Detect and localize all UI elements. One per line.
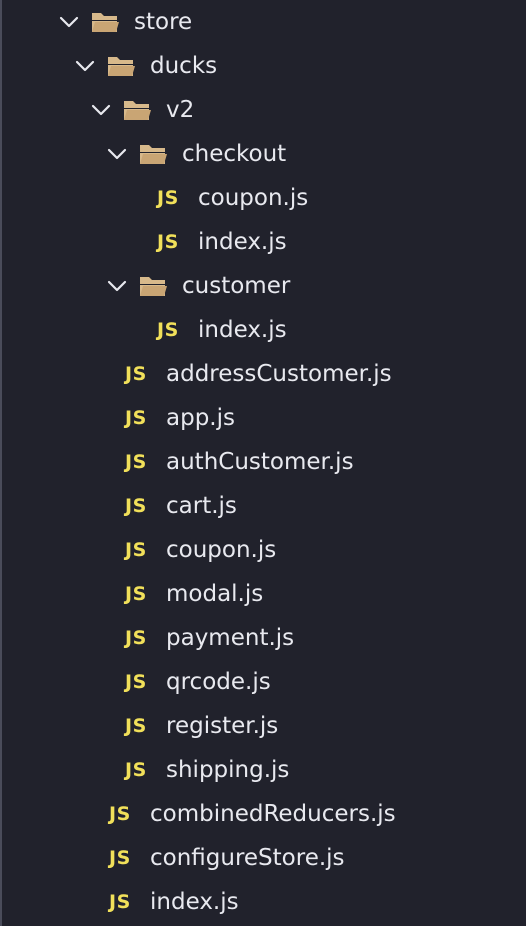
file-label: register.js [166, 713, 279, 739]
tree-file[interactable]: JS app.js [0, 396, 526, 440]
folder-open-icon [140, 277, 167, 296]
file-label: authCustomer.js [166, 449, 354, 475]
tree-folder-store[interactable]: store [0, 0, 526, 44]
tree-folder-v2[interactable]: v2 [0, 88, 526, 132]
js-file-icon: JS [125, 451, 147, 473]
file-label: addressCustomer.js [166, 361, 392, 387]
tree-file[interactable]: JS index.js [0, 880, 526, 924]
file-label: modal.js [166, 581, 264, 607]
file-label: combinedReducers.js [150, 801, 396, 827]
file-label: coupon.js [166, 537, 277, 563]
folder-open-icon [124, 101, 151, 120]
js-file-icon: JS [125, 627, 147, 649]
tree-folder-customer[interactable]: customer [0, 264, 526, 308]
chevron-down-icon[interactable] [105, 274, 129, 298]
tree-file[interactable]: JS cart.js [0, 484, 526, 528]
tree-file[interactable]: JS addressCustomer.js [0, 352, 526, 396]
tree-file[interactable]: JS register.js [0, 704, 526, 748]
tree-file[interactable]: JS qrcode.js [0, 660, 526, 704]
js-file-icon: JS [157, 319, 179, 341]
tree-file[interactable]: JS coupon.js [0, 176, 526, 220]
js-file-icon: JS [125, 715, 147, 737]
tree-file[interactable]: JS shipping.js [0, 748, 526, 792]
js-file-icon: JS [157, 187, 179, 209]
js-file-icon: JS [125, 407, 147, 429]
js-file-icon: JS [109, 803, 131, 825]
file-explorer-tree: store ducks v2 checkout JS coupon.js JS … [0, 0, 526, 926]
folder-label: checkout [182, 141, 287, 167]
file-label: configureStore.js [150, 845, 345, 871]
js-file-icon: JS [109, 847, 131, 869]
js-file-icon: JS [125, 539, 147, 561]
js-file-icon: JS [125, 671, 147, 693]
tree-file[interactable]: JS modal.js [0, 572, 526, 616]
file-label: index.js [198, 317, 287, 343]
file-label: payment.js [166, 625, 295, 651]
tree-file[interactable]: JS combinedReducers.js [0, 792, 526, 836]
tree-file[interactable]: JS payment.js [0, 616, 526, 660]
file-label: index.js [198, 229, 287, 255]
folder-open-icon [108, 57, 135, 76]
chevron-down-icon[interactable] [57, 10, 81, 34]
js-file-icon: JS [125, 583, 147, 605]
file-label: qrcode.js [166, 669, 271, 695]
js-file-icon: JS [109, 891, 131, 913]
js-file-icon: JS [125, 759, 147, 781]
file-label: app.js [166, 405, 235, 431]
folder-label: customer [182, 273, 291, 299]
js-file-icon: JS [125, 495, 147, 517]
tree-file[interactable]: JS authCustomer.js [0, 440, 526, 484]
file-label: cart.js [166, 493, 237, 519]
js-file-icon: JS [125, 363, 147, 385]
folder-open-icon [140, 145, 167, 164]
tree-file[interactable]: JS configureStore.js [0, 836, 526, 880]
folder-label: store [134, 9, 193, 35]
tree-file[interactable]: JS coupon.js [0, 528, 526, 572]
folder-label: ducks [150, 53, 218, 79]
tree-file[interactable]: JS index.js [0, 308, 526, 352]
chevron-down-icon[interactable] [73, 54, 97, 78]
folder-label: v2 [166, 97, 195, 123]
js-file-icon: JS [157, 231, 179, 253]
tree-folder-checkout[interactable]: checkout [0, 132, 526, 176]
tree-folder-ducks[interactable]: ducks [0, 44, 526, 88]
file-label: index.js [150, 889, 239, 915]
file-label: shipping.js [166, 757, 290, 783]
folder-open-icon [92, 13, 119, 32]
file-label: coupon.js [198, 185, 309, 211]
chevron-down-icon[interactable] [105, 142, 129, 166]
chevron-down-icon[interactable] [89, 98, 113, 122]
tree-file[interactable]: JS index.js [0, 220, 526, 264]
